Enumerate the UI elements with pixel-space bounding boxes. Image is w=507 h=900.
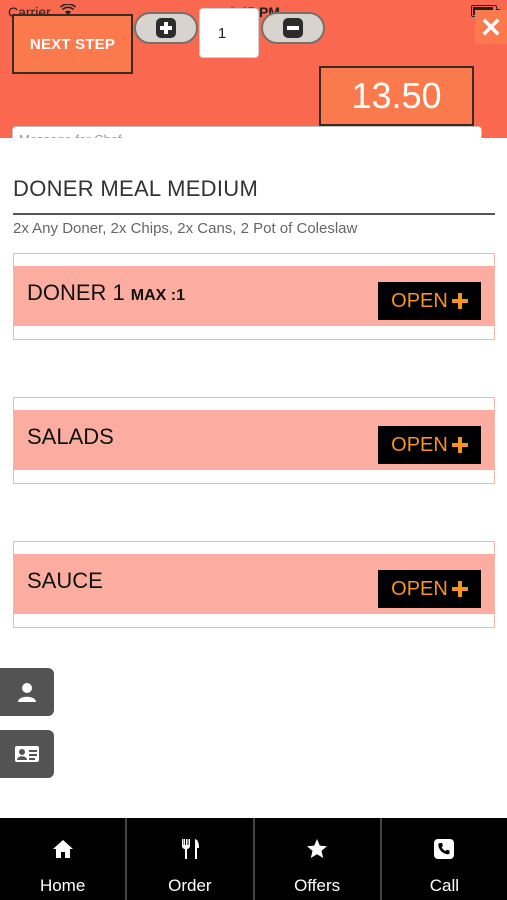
account-tab[interactable] [0, 668, 54, 716]
title-divider [13, 213, 495, 215]
section-title: SAUCE [27, 568, 103, 593]
nav-call[interactable]: Call [382, 818, 507, 900]
open-salads-button[interactable]: OPEN [378, 426, 481, 464]
nav-label: Offers [294, 876, 341, 895]
price-display: 13.50 [319, 66, 474, 126]
section-title: SALADS [27, 424, 114, 449]
section-salads: SALADS OPEN [13, 397, 495, 484]
plus-icon [451, 437, 468, 453]
section-title: DONER 1 MAX :1 [27, 280, 186, 305]
next-step-button[interactable]: NEXT STEP [12, 14, 133, 74]
id-card-icon [15, 746, 39, 762]
nav-label: Order [168, 876, 212, 895]
plus-icon [451, 293, 468, 309]
section-max-label: MAX :1 [130, 287, 186, 304]
contact-card-tab[interactable] [0, 730, 54, 778]
header-bar: Carrier 4:45 PM NEXT STEP 13.50 [0, 0, 507, 152]
star-icon [307, 839, 328, 858]
meal-description: 2x Any Doner, 2x Chips, 2x Cans, 2 Pot o… [13, 220, 358, 237]
close-button[interactable] [475, 10, 507, 44]
user-icon [18, 683, 36, 702]
minus-icon [283, 18, 303, 38]
open-sauce-button[interactable]: OPEN [378, 570, 481, 608]
quantity-decrease-button[interactable] [261, 12, 325, 44]
plus-icon [451, 581, 468, 597]
header-divider [0, 138, 507, 158]
fork-knife-icon [181, 839, 199, 859]
nav-label: Home [39, 876, 86, 895]
nav-order[interactable]: Order [127, 818, 255, 900]
bottom-navigation: Home Order Offers Call [0, 818, 507, 900]
close-icon [482, 18, 500, 36]
nav-home[interactable]: Home [0, 818, 128, 900]
nav-offers[interactable]: Offers [255, 818, 382, 900]
plus-icon [156, 18, 176, 38]
home-icon [52, 840, 73, 858]
section-doner: DONER 1 MAX :1 OPEN [13, 253, 495, 340]
quantity-increase-button[interactable] [134, 12, 198, 44]
section-sauce: SAUCE OPEN [13, 541, 495, 628]
meal-title: DONER MEAL MEDIUM [13, 176, 259, 201]
phone-icon [434, 839, 455, 859]
open-doner-button[interactable]: OPEN [378, 282, 481, 320]
quantity-input[interactable] [199, 8, 259, 58]
nav-label: Call [429, 876, 460, 895]
